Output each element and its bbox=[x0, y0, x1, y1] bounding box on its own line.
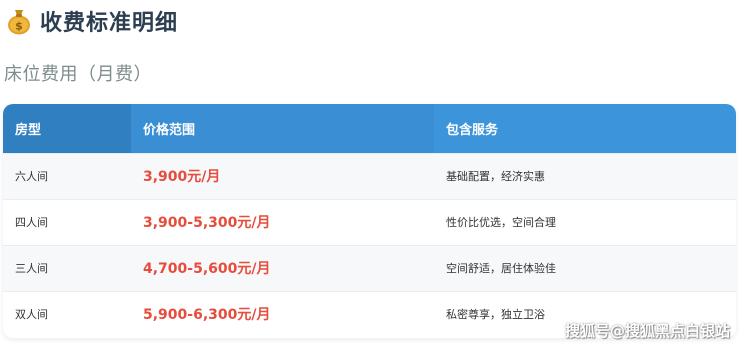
room-type-cell: 双人间 bbox=[15, 308, 48, 322]
price-cell: 3,900-5,300元/月 bbox=[143, 215, 271, 231]
service-cell: 空间舒适，居住体验佳 bbox=[446, 262, 556, 275]
table-row: 三人间 4,700-5,600元/月 空间舒适，居住体验佳 bbox=[3, 245, 736, 291]
service-cell: 性价比优选，空间合理 bbox=[446, 216, 556, 229]
price-cell: 5,900-6,300元/月 bbox=[143, 307, 271, 324]
svg-text:$: $ bbox=[15, 20, 23, 33]
page: $ 收费标准明细 床位费用（月费） 房型 价格范围 包含服务 六人间 3,900… bbox=[0, 0, 740, 345]
watermark: 搜狐号@搜狐黑点白银站 bbox=[564, 322, 730, 340]
column-header-price: 价格范围 bbox=[131, 104, 434, 153]
table-row: 四人间 3,900-5,300元/月 性价比优选，空间合理 bbox=[3, 199, 736, 245]
service-cell: 基础配置，经济实惠 bbox=[446, 170, 545, 183]
table-header-row: 房型 价格范围 包含服务 bbox=[3, 104, 736, 153]
title-row: $ 收费标准明细 bbox=[6, 4, 178, 38]
column-header-service: 包含服务 bbox=[434, 104, 736, 153]
room-type-cell: 三人间 bbox=[15, 262, 48, 275]
money-bag-icon: $ bbox=[6, 7, 32, 35]
column-header-room: 房型 bbox=[3, 104, 131, 153]
section-subtitle: 床位费用（月费） bbox=[4, 64, 152, 85]
price-cell: 4,700-5,600元/月 bbox=[143, 261, 271, 277]
pricing-table: 房型 价格范围 包含服务 六人间 3,900元/月 基础配置，经济实惠 四人间 … bbox=[3, 104, 736, 338]
room-type-cell: 六人间 bbox=[15, 170, 48, 183]
room-type-cell: 四人间 bbox=[15, 216, 48, 229]
page-title: 收费标准明细 bbox=[40, 11, 179, 36]
table-row: 六人间 3,900元/月 基础配置，经济实惠 bbox=[3, 153, 736, 199]
price-cell: 3,900元/月 bbox=[143, 169, 221, 185]
